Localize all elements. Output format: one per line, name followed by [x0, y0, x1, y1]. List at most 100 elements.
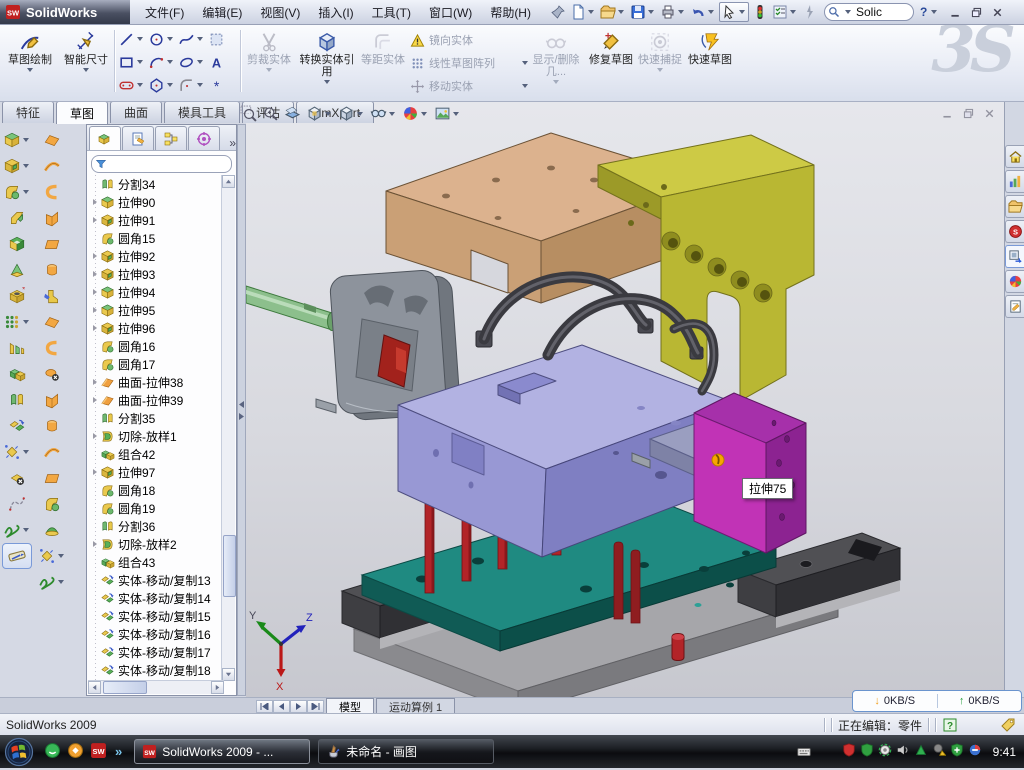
- doc-tab-motion-study[interactable]: 运动算例 1: [376, 698, 455, 714]
- tree-item[interactable]: 实体-移动/复制18: [89, 661, 222, 679]
- sketch-rectangle-button[interactable]: [118, 52, 145, 72]
- surf-d2-button[interactable]: [37, 387, 67, 413]
- search-input[interactable]: Solic: [824, 3, 914, 21]
- surf-b-button[interactable]: [37, 153, 67, 179]
- expander-icon[interactable]: [89, 379, 100, 385]
- expander-icon[interactable]: [89, 217, 100, 223]
- sketch-slot-button[interactable]: [118, 75, 145, 95]
- curve-button[interactable]: [2, 491, 32, 517]
- tree-item[interactable]: 分割34: [89, 175, 222, 193]
- help-dropdown-icon[interactable]: [931, 10, 937, 14]
- view-orientation-button[interactable]: [305, 104, 334, 123]
- tree-item[interactable]: 拉伸96: [89, 319, 222, 337]
- cmd-rapid-button[interactable]: 快速草图: [686, 26, 734, 98]
- search-dropdown-icon[interactable]: [845, 10, 851, 14]
- rib-button[interactable]: [2, 335, 32, 361]
- surf-c2-button[interactable]: [37, 335, 67, 361]
- tools-more-button[interactable]: [801, 3, 819, 21]
- wrap2-button[interactable]: [37, 569, 67, 595]
- panel-overflow-button[interactable]: »: [229, 136, 236, 150]
- quicklaunch-launcher-button[interactable]: [67, 742, 84, 762]
- menu-item-6[interactable]: 帮助(H): [481, 1, 540, 24]
- menu-item-2[interactable]: 视图(V): [251, 1, 309, 24]
- surf-d-button[interactable]: [37, 205, 67, 231]
- scene-icon-button[interactable]: [433, 104, 462, 123]
- sketch-ellipse-button[interactable]: [178, 52, 205, 72]
- shell-button[interactable]: [2, 231, 32, 257]
- menu-item-1[interactable]: 编辑(E): [193, 1, 251, 24]
- pin-button[interactable]: [549, 3, 567, 21]
- sketch-arc-button[interactable]: [148, 52, 175, 72]
- delete-body-button[interactable]: [2, 465, 32, 491]
- move-copy-button[interactable]: [2, 413, 32, 439]
- surf-f-button[interactable]: [37, 257, 67, 283]
- tree-item[interactable]: 分割35: [89, 409, 222, 427]
- tray-updater[interactable]: [878, 743, 892, 760]
- tree-item[interactable]: 分割36: [89, 517, 222, 535]
- expander-icon[interactable]: [89, 541, 100, 547]
- fillet2-button[interactable]: [37, 491, 67, 517]
- expander-icon[interactable]: [89, 271, 100, 277]
- expander-icon[interactable]: [89, 199, 100, 205]
- tree-item[interactable]: 拉伸97: [89, 463, 222, 481]
- tree-item[interactable]: 实体-移动/复制17: [89, 643, 222, 661]
- scroll-left-button[interactable]: [88, 681, 101, 694]
- tree-item[interactable]: 拉伸93: [89, 265, 222, 283]
- zoom-fit-button[interactable]: [239, 104, 258, 123]
- quick-tips-icon[interactable]: ?: [942, 717, 958, 733]
- surf-f2-button[interactable]: [37, 413, 67, 439]
- new-doc-button[interactable]: [569, 3, 597, 21]
- sketch-sketch-fillet-button[interactable]: [178, 75, 205, 95]
- cmd-repair-button[interactable]: +修复草图: [588, 26, 634, 98]
- tree-item[interactable]: 实体-移动/复制15: [89, 607, 222, 625]
- tray-shield-green[interactable]: [860, 743, 874, 760]
- hole-wizard-button[interactable]: *: [2, 283, 32, 309]
- boss-extrude-button[interactable]: [2, 127, 32, 153]
- split-button[interactable]: [2, 387, 32, 413]
- cmd-convert-button[interactable]: 转换实体引用: [298, 26, 356, 98]
- help-button[interactable]: ?: [919, 4, 928, 20]
- viewport-canvas[interactable]: Y Z X: [246, 123, 1004, 697]
- tray-shield-plus[interactable]: [950, 743, 964, 760]
- boot-button[interactable]: [37, 283, 67, 309]
- surf-e-button[interactable]: [37, 231, 67, 257]
- tree-item[interactable]: 曲面-拉伸38: [89, 373, 222, 391]
- restore-button[interactable]: [967, 4, 986, 21]
- scroll-right-button[interactable]: [211, 681, 224, 694]
- delete-face-button[interactable]: [37, 361, 67, 387]
- surf-a-button[interactable]: [37, 127, 67, 153]
- close-button[interactable]: [988, 4, 1007, 21]
- tree-item[interactable]: 曲面-拉伸39: [89, 391, 222, 409]
- appearance-button[interactable]: [401, 104, 430, 123]
- save-button[interactable]: [629, 3, 657, 21]
- section-view-button[interactable]: [283, 104, 302, 123]
- tree-item[interactable]: 实体-移动/复制13: [89, 571, 222, 589]
- expander-icon[interactable]: [89, 433, 100, 439]
- tree-item[interactable]: 拉伸91: [89, 211, 222, 229]
- quicklaunch-solidworks-small-button[interactable]: SW: [90, 742, 107, 762]
- tree-filter-input[interactable]: [91, 155, 232, 173]
- minimize-button[interactable]: [946, 4, 965, 21]
- sparkle-button[interactable]: [2, 439, 32, 465]
- taskbar-clock[interactable]: 9:41: [993, 745, 1016, 759]
- tree-item[interactable]: 实体-移动/复制16: [89, 625, 222, 643]
- menu-item-4[interactable]: 工具(T): [363, 1, 420, 24]
- part-red-cylinder[interactable]: [672, 634, 684, 661]
- part-magenta-block[interactable]: [694, 393, 806, 553]
- tree-item[interactable]: 拉伸90: [89, 193, 222, 211]
- expander-icon[interactable]: [89, 469, 100, 475]
- taskpane-props-tab[interactable]: [1005, 295, 1024, 318]
- language-keyboard-icon[interactable]: [797, 745, 811, 759]
- combine-button[interactable]: [2, 361, 32, 387]
- surf-a2-button[interactable]: [37, 309, 67, 335]
- sketch-circle-button[interactable]: [148, 29, 175, 49]
- taskpane-view-palette-tab[interactable]: [1005, 245, 1024, 268]
- panel-ftree-tab[interactable]: [89, 126, 121, 150]
- expander-icon[interactable]: [89, 397, 100, 403]
- quick-launch-overflow[interactable]: »: [111, 744, 126, 759]
- panel-dimx-tab[interactable]: [188, 126, 220, 150]
- horizontal-scroll-thumb[interactable]: [103, 681, 147, 694]
- expander-icon[interactable]: [89, 289, 100, 295]
- sketch-polygon-button[interactable]: [148, 75, 175, 95]
- tree-item[interactable]: 拉伸92: [89, 247, 222, 265]
